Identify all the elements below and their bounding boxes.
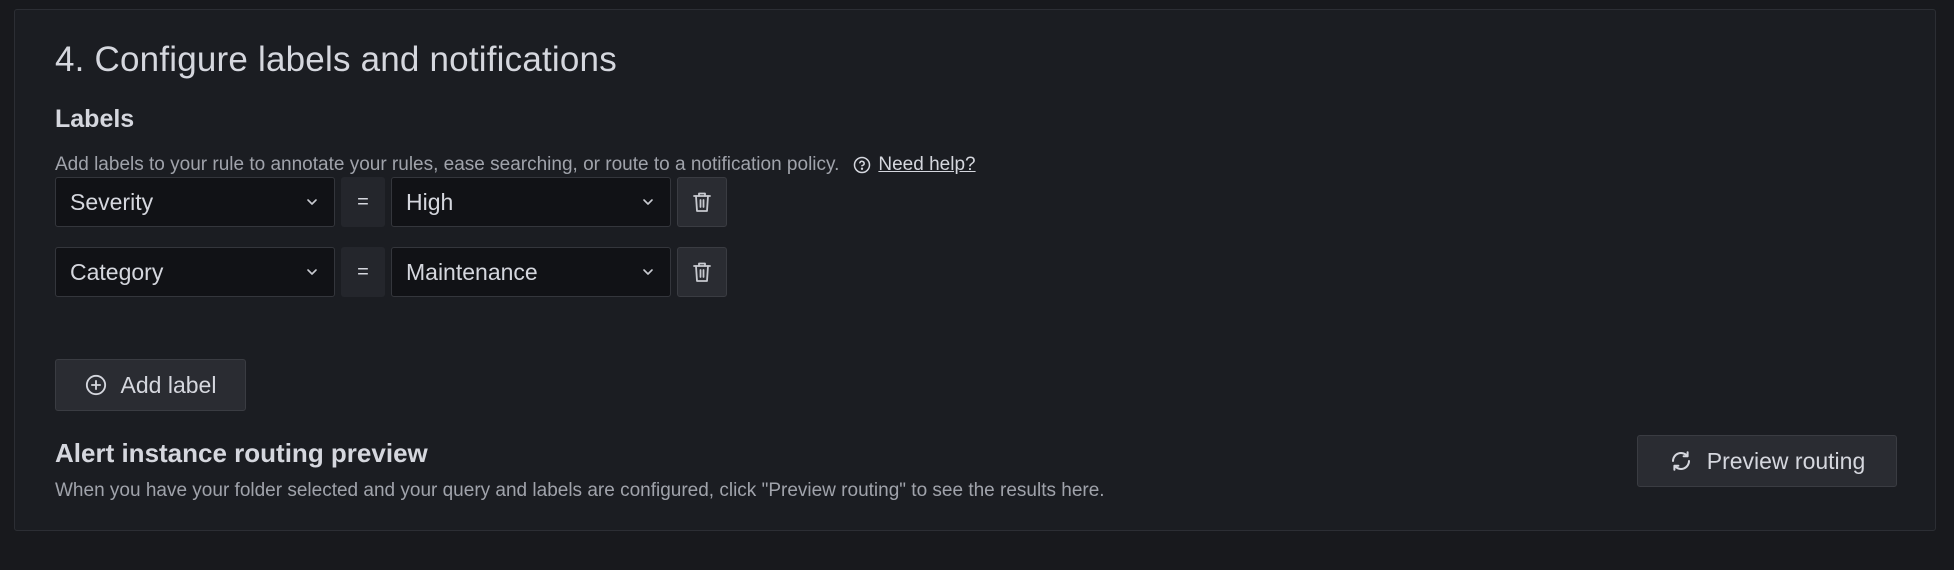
remove-label-button[interactable] bbox=[677, 247, 727, 297]
label-row: Severity = High bbox=[55, 176, 727, 228]
add-label-text: Add label bbox=[120, 371, 217, 398]
preview-routing-button[interactable]: Preview routing bbox=[1637, 435, 1897, 487]
label-key-value: Severity bbox=[70, 188, 154, 215]
labels-notifications-section: 4. Configure labels and notifications La… bbox=[14, 9, 1936, 531]
label-key-value: Category bbox=[70, 258, 164, 285]
chevron-down-icon bbox=[643, 269, 653, 275]
trash-icon bbox=[693, 262, 711, 282]
chevron-down-icon bbox=[307, 199, 317, 205]
refresh-icon bbox=[1671, 451, 1690, 471]
label-value-value: High bbox=[406, 188, 454, 215]
labels-heading: Labels bbox=[55, 105, 135, 133]
label-value-select[interactable]: High bbox=[391, 177, 671, 227]
routing-preview-description: When you have your folder selected and y… bbox=[55, 480, 1105, 501]
label-value-select[interactable]: Maintenance bbox=[391, 247, 671, 297]
labels-description: Add labels to your rule to annotate your… bbox=[55, 154, 840, 175]
need-help-link[interactable]: Need help? bbox=[853, 154, 976, 176]
label-row: Category = Maintenance bbox=[55, 246, 727, 298]
trash-icon bbox=[693, 192, 711, 212]
chevron-down-icon bbox=[307, 269, 317, 275]
labels-description-row: Add labels to your rule to annotate your… bbox=[55, 154, 976, 176]
label-key-select[interactable]: Severity bbox=[55, 177, 335, 227]
label-key-select[interactable]: Category bbox=[55, 247, 335, 297]
help-circle-icon bbox=[854, 156, 871, 174]
label-value-value: Maintenance bbox=[406, 258, 538, 285]
add-label-button[interactable]: Add label bbox=[55, 359, 246, 411]
routing-preview-heading: Alert instance routing preview bbox=[55, 438, 428, 468]
chevron-down-icon bbox=[643, 199, 653, 205]
label-operator: = bbox=[341, 177, 385, 227]
need-help-text: Need help? bbox=[878, 154, 976, 175]
preview-routing-text: Preview routing bbox=[1706, 447, 1866, 474]
remove-label-button[interactable] bbox=[677, 177, 727, 227]
section-title: 4. Configure labels and notifications bbox=[55, 40, 617, 79]
plus-circle-icon bbox=[85, 374, 106, 396]
label-operator: = bbox=[341, 247, 385, 297]
